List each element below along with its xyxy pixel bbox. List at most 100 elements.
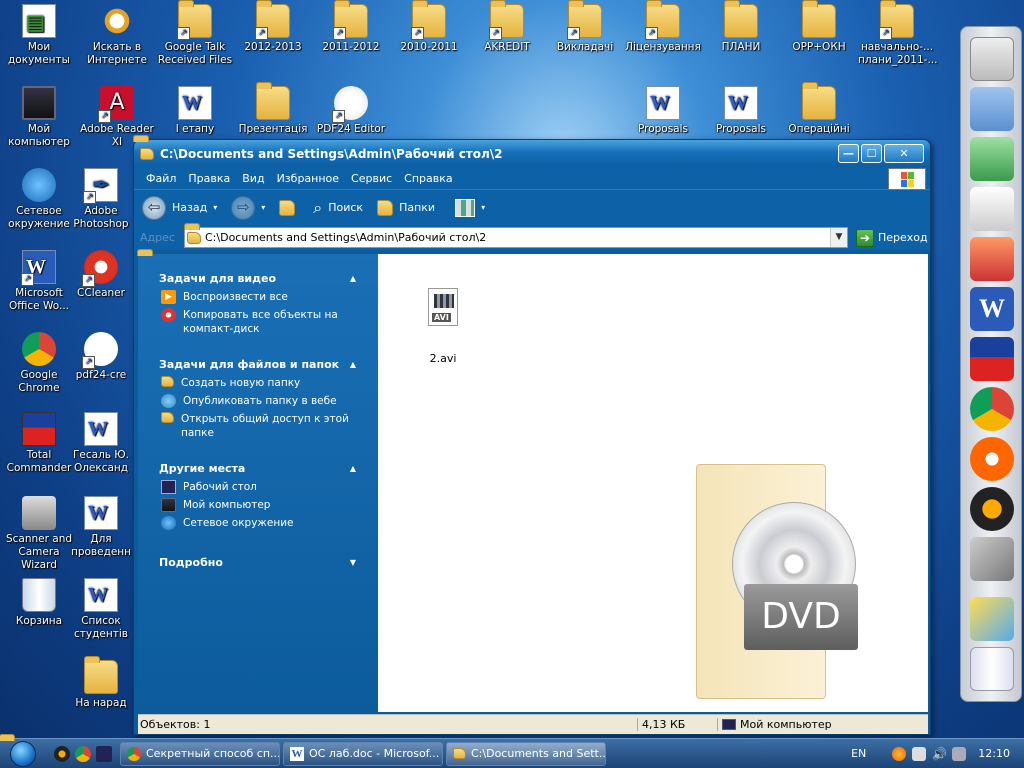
desktop-icon-proposals-1[interactable]: W Proposals [624,86,702,136]
menu-view[interactable]: Вид [236,172,270,185]
desktop-icon-gtalk-files[interactable]: Google Talk Received Files [156,0,234,67]
aimp-icon[interactable] [54,745,70,762]
desktop-icon-ccleaner[interactable]: CCleaner [62,250,140,300]
place-network[interactable]: Сетевое окружение [138,514,378,532]
menu-edit[interactable]: Правка [182,172,236,185]
dock-documents-icon[interactable] [970,87,1014,131]
desktop-icon-orr-okn[interactable]: ОРР+ОКН [780,0,858,54]
task-new-folder[interactable]: Создать новую папку [138,374,378,392]
dock-cursor-icon[interactable] [970,187,1014,231]
task-group-header[interactable]: Подробно ▼ [138,552,378,572]
desktop-icon-akredit[interactable]: AKREDIT [468,0,546,54]
desktop-icon-pdf24-editor[interactable]: PDF24 Editor [312,86,390,136]
desktop-icon-dlia-provedennia[interactable]: W Для проведенн [62,496,140,559]
back-arrow-icon[interactable]: ⇦ [142,195,166,220]
desktop-icon-2011-2012[interactable]: 2011-2012 [312,0,390,54]
desktop-icon-i-etapu[interactable]: W I етапу [156,86,234,136]
folders-button-label[interactable]: Папки [399,201,435,214]
task-group-header[interactable]: Другие места ▲ [138,458,378,478]
taskbar-task-word[interactable]: W ОС лаб.doc - Microsof... [283,741,443,766]
place-label: Рабочий стол [183,481,257,493]
desktop-icon-prezentatsiia[interactable]: Презентація [234,82,312,136]
desktop-icon-gesal[interactable]: W Гесаль Ю. Олександ [62,412,140,475]
collapse-icon[interactable]: ▲ [350,360,356,369]
dock-total-commander-icon[interactable] [970,337,1014,381]
show-desktop-icon[interactable] [96,745,112,762]
go-button[interactable]: ➔ Переход [856,228,928,247]
up-folder-icon[interactable] [279,199,296,216]
tray-app-icon[interactable] [892,746,907,761]
collapse-icon[interactable]: ▲ [350,464,356,473]
dock-recycle-bin-icon[interactable] [970,647,1014,691]
desktop-icon-my-computer[interactable]: Мой компьютер [0,86,78,149]
views-dropdown-icon[interactable]: ▾ [481,203,485,212]
clock[interactable]: 12:10 [978,747,1010,760]
task-label: ОС лаб.doc - Microsof... [309,747,440,760]
desktop-icon-2010-2011[interactable]: 2010-2011 [390,0,468,54]
dock-settings-icon[interactable] [970,597,1014,641]
start-button[interactable] [0,739,46,768]
dock-app-icon[interactable] [970,237,1014,281]
search-icon[interactable]: ⌕ [313,198,322,218]
folders-icon[interactable] [377,199,394,216]
search-button-label[interactable]: Поиск [328,201,363,214]
collapse-icon[interactable]: ▲ [350,274,356,283]
tray-network-icon[interactable] [952,746,967,761]
dock-folder-green-icon[interactable] [970,137,1014,181]
cd-icon [161,308,176,322]
file-item[interactable]: AVI 2.avi [418,288,468,365]
desktop-icon-vykladachi[interactable]: Викладачі [546,0,624,54]
maximize-button[interactable]: ☐ [861,144,882,163]
desktop-icon-na-narad[interactable]: На нарад [62,656,140,710]
tray-keyboard-icon[interactable] [912,746,927,761]
language-indicator[interactable]: EN [851,747,866,760]
close-button[interactable]: ✕ [884,144,924,163]
address-input[interactable]: C:\Documents and Settings\Admin\Рабочий … [184,227,848,248]
desktop-icon-litsenzuvannia[interactable]: Ліцензування [624,0,702,54]
menu-favorites[interactable]: Избранное [271,172,345,185]
file-type-badge: AVI [432,313,451,322]
forward-arrow-icon[interactable]: ⇨ [231,195,256,220]
forward-dropdown-icon[interactable]: ▾ [261,203,265,212]
desktop-icon-2012-2013[interactable]: 2012-2013 [234,0,312,54]
expand-icon[interactable]: ▼ [350,558,356,567]
menu-tools[interactable]: Сервис [345,172,398,185]
task-publish-web[interactable]: Опубликовать папку в вебе [138,392,378,410]
dock-computer-icon[interactable] [970,37,1014,81]
dock-word-icon[interactable]: W [970,287,1014,331]
task-share-folder[interactable]: Открыть общий доступ к этой папке [138,410,378,442]
desktop-icon-pdf24-creator[interactable]: pdf24-cre [62,332,140,382]
dock-chrome-icon[interactable] [970,387,1014,431]
desktop-icon-search-web[interactable]: Искать в Интернете [78,4,156,67]
back-button-label[interactable]: Назад [172,201,207,214]
minimize-button[interactable]: — [838,144,859,163]
dock-aimp-icon[interactable] [970,487,1014,531]
place-desktop[interactable]: Рабочий стол [138,478,378,496]
address-dropdown-icon[interactable]: ▼ [830,228,847,247]
taskbar-task-explorer[interactable]: C:\Documents and Sett... [446,741,606,766]
back-dropdown-icon[interactable]: ▾ [213,203,217,212]
desktop-icon-photoshop[interactable]: ✒Adobe Photoshop [62,168,140,231]
task-group-title: Подробно [159,555,223,569]
menu-file[interactable]: Файл [140,172,182,185]
desktop-icon-label: 2011-2012 [322,41,380,53]
dock-tools-icon[interactable] [970,537,1014,581]
task-group-header[interactable]: Задачи для видео ▲ [138,268,378,288]
desktop-icon-navchalni-plany[interactable]: навчально-... плани_2011-... [858,0,937,67]
desktop-icon-my-documents[interactable]: ▤ Мои документы [0,4,78,67]
task-play-all[interactable]: ▶ Воспроизвести все [138,288,378,306]
taskbar-task-chrome[interactable]: Секретный способ сп... [120,741,280,766]
desktop-icon-spysok-studentiv[interactable]: W Список студентів [62,578,140,641]
dock-avast-icon[interactable] [970,437,1014,481]
volume-icon[interactable]: 🔊 [932,747,947,761]
title-bar[interactable]: C:\Documents and Settings\Admin\Рабочий … [134,140,930,167]
desktop-icon-proposals-2[interactable]: W Proposals [702,86,780,136]
views-icon[interactable] [455,198,476,217]
task-copy-to-cd[interactable]: Копировать все объекты на компакт-диск [138,306,378,338]
task-group-header[interactable]: Задачи для файлов и папок ▲ [138,354,378,374]
chrome-icon[interactable] [75,745,91,762]
desktop-icon-operatsiini[interactable]: Операційні [780,82,858,136]
menu-help[interactable]: Справка [398,172,458,185]
desktop-icon-plany[interactable]: ПЛАНИ [702,0,780,54]
place-my-computer[interactable]: Мой компьютер [138,496,378,514]
